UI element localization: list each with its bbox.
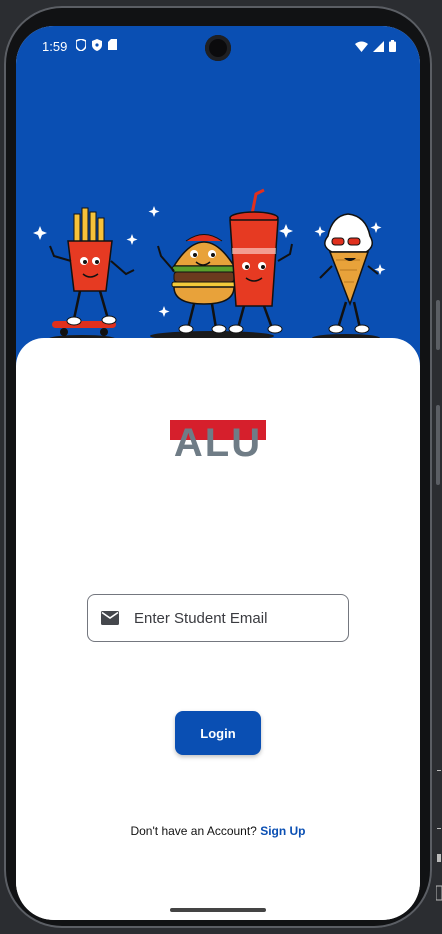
sign-up-link[interactable]: Sign Up [260, 824, 305, 838]
home-indicator[interactable] [170, 908, 266, 912]
signup-prompt-text: Don't have an Account? [130, 824, 261, 838]
signal-icon [373, 40, 384, 52]
food-mascots-illustration [33, 188, 386, 343]
status-bar: 1:59 [16, 26, 420, 66]
battery-icon [389, 40, 396, 52]
status-system-icons [355, 40, 396, 52]
front-camera [205, 35, 231, 61]
security-icon [92, 39, 102, 51]
sd-card-icon [108, 39, 117, 50]
volume-button [436, 300, 440, 350]
login-button[interactable]: Login [175, 711, 261, 755]
hero-banner: 1:59 [16, 26, 420, 366]
screen: 1:59 ALU Enter Student Email Login Don't… [16, 26, 420, 920]
signup-prompt-row: Don't have an Account? Sign Up [16, 824, 420, 838]
wifi-icon [355, 41, 368, 52]
status-notification-icons [76, 39, 117, 51]
burger-soda-mascots [150, 188, 293, 341]
window-edge-marks [436, 770, 442, 901]
power-button [436, 405, 440, 485]
email-field[interactable] [87, 594, 349, 642]
device: 1:59 ALU Enter Student Email Login Don't… [0, 0, 442, 934]
ice-cream-mascot [312, 213, 380, 342]
fries-mascot [48, 207, 135, 343]
shield-icon [76, 39, 86, 51]
status-time: 1:59 [42, 39, 68, 54]
email-icon [100, 610, 120, 626]
email-input[interactable] [134, 609, 324, 627]
alu-logo: ALU [170, 420, 266, 460]
